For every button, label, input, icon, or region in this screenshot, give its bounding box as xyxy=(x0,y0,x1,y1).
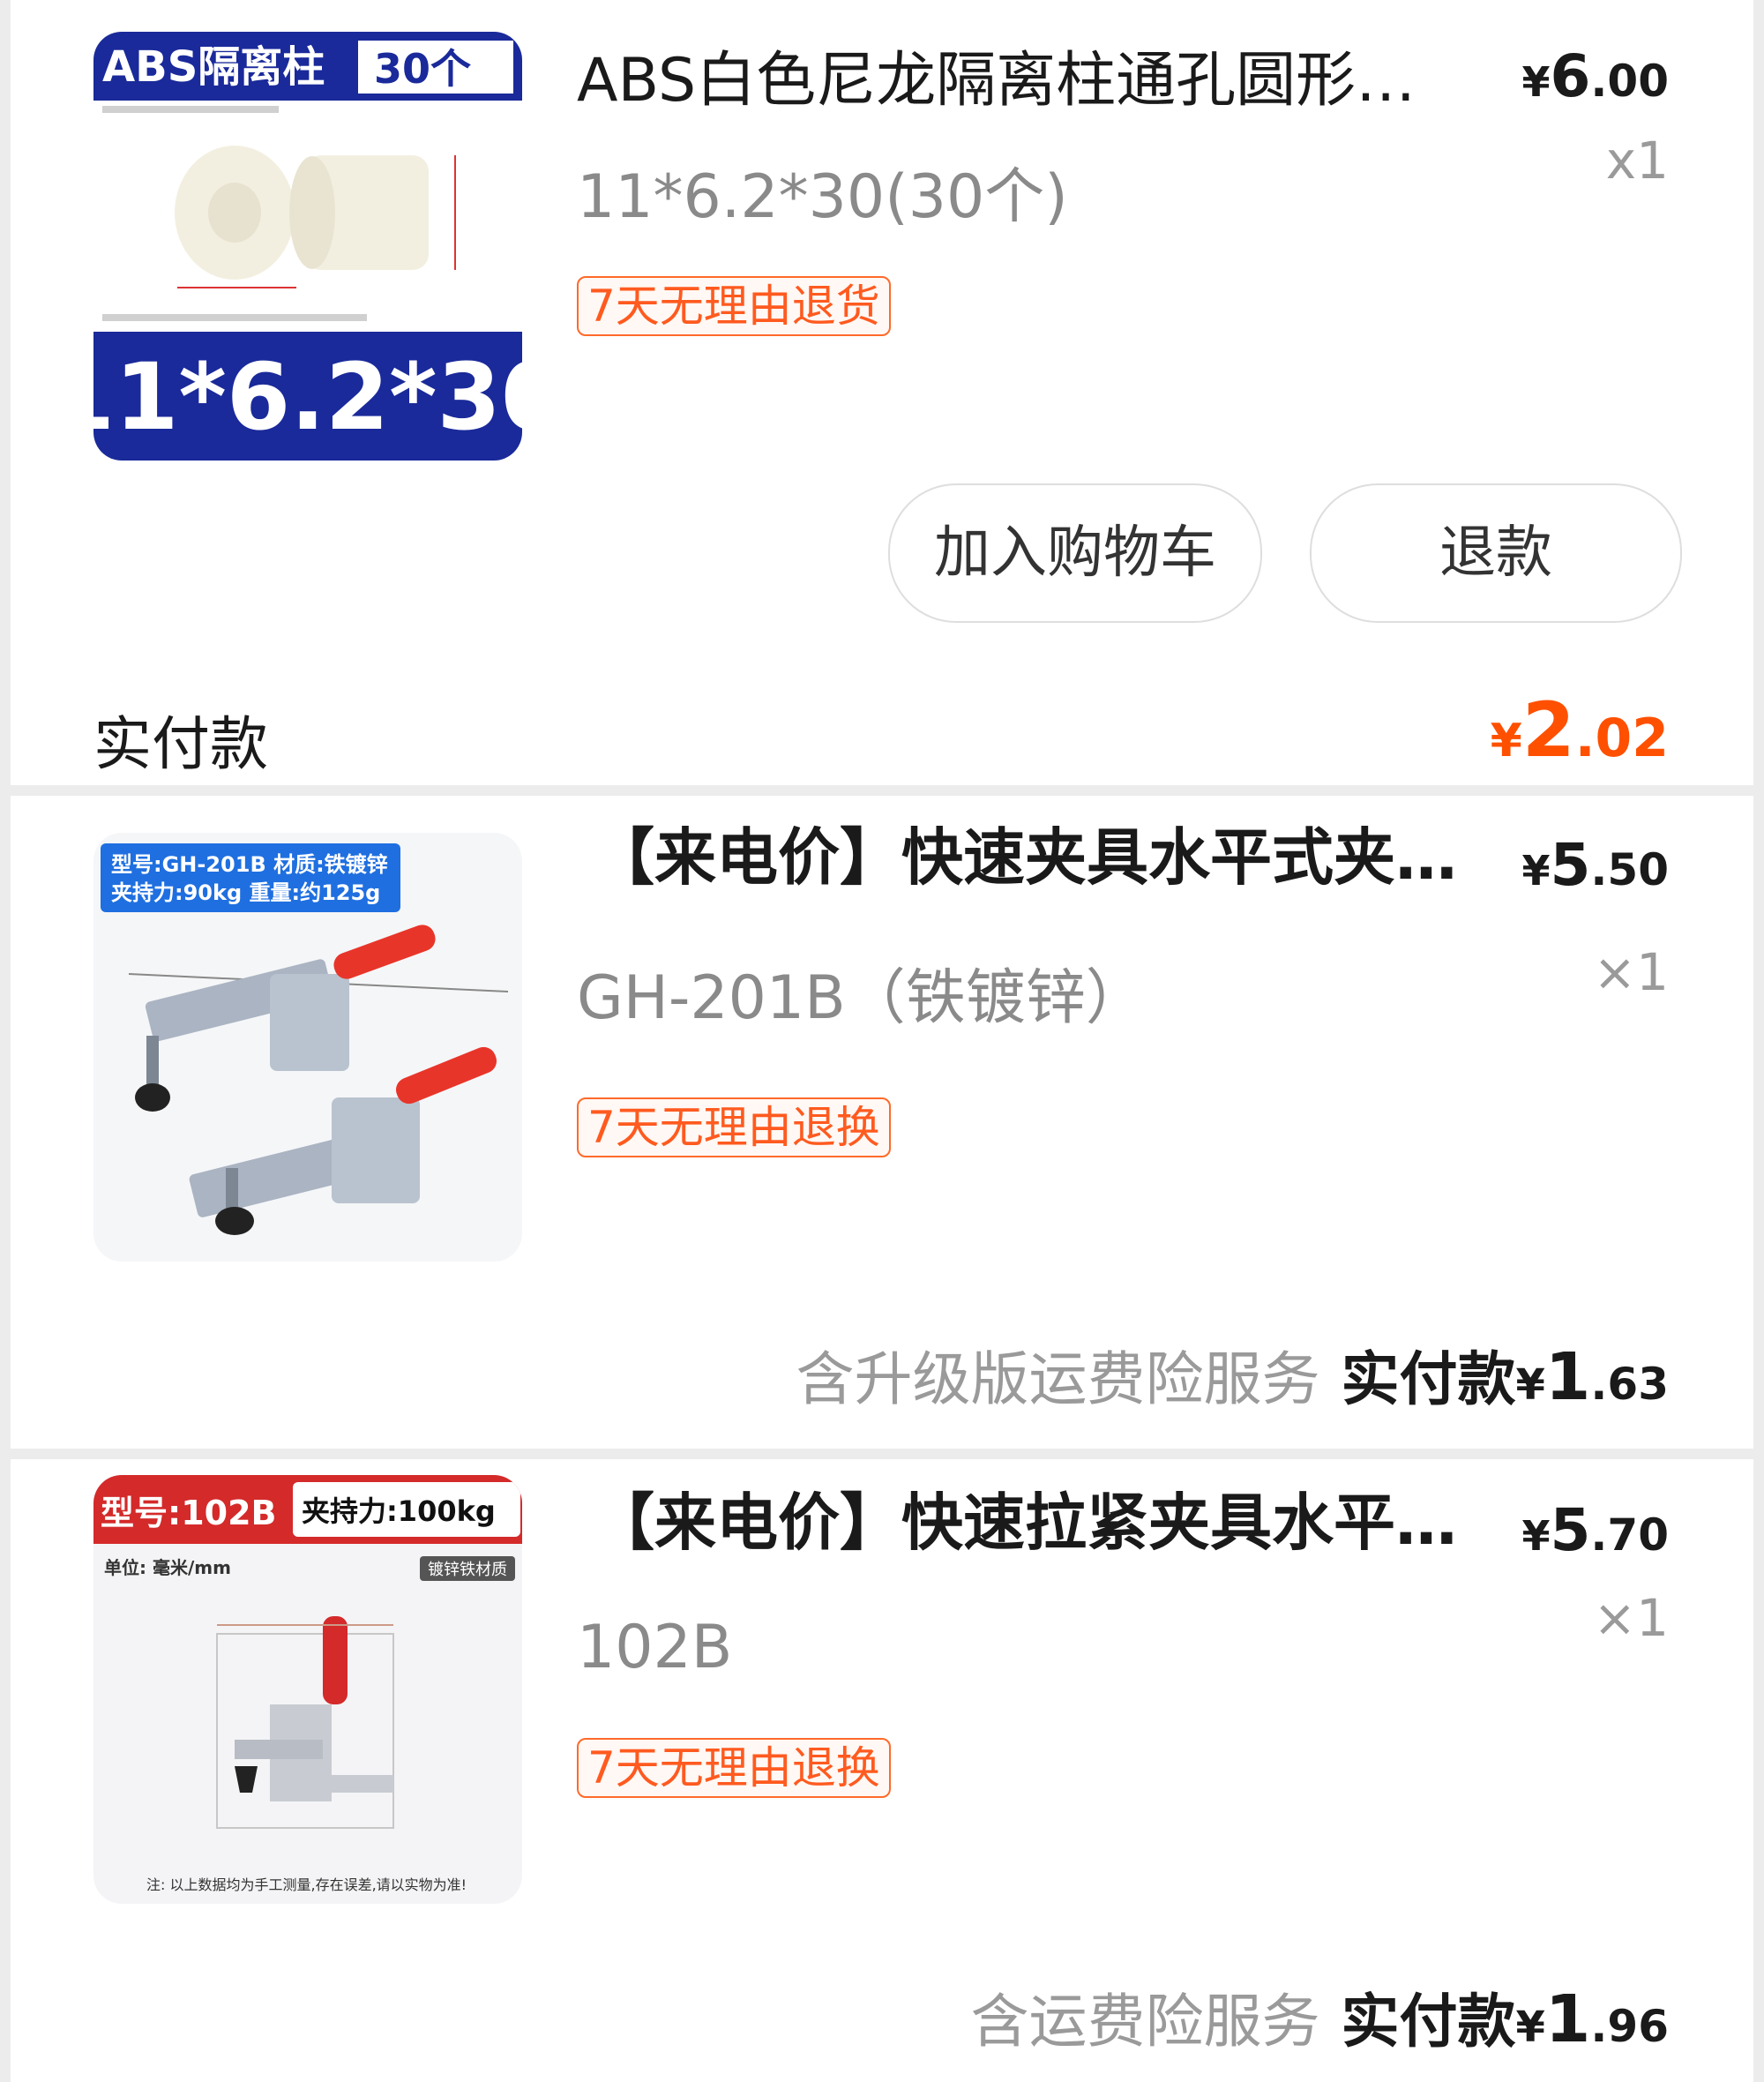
paid-amount-label: 实付款 xyxy=(93,710,268,778)
product-thumbnail[interactable]: 型号:GH-201B 材质:铁镀锌 夹持力:90kg 重量:约125g xyxy=(93,833,522,1262)
product-spec: GH-201B（铁镀锌） xyxy=(577,963,1146,1033)
refund-button[interactable]: 退款 xyxy=(1310,483,1682,623)
paid-amount-label: 实付款 xyxy=(1341,1345,1516,1413)
paid-amount: ¥1.96 xyxy=(1515,1981,1669,2057)
order-card: 型号:102B 夹持力:100kg 单位: 毫米/mm 镀锌铁材质 注: 以上数… xyxy=(11,1459,1753,2082)
thumb-model-text: 型号:102B xyxy=(101,1494,276,1532)
shipping-insurance-text: 含运费险服务 xyxy=(970,1988,1320,2056)
product-thumbnail[interactable]: 型号:102B 夹持力:100kg 单位: 毫米/mm 镀锌铁材质 注: 以上数… xyxy=(93,1475,522,1904)
thumb-unit-text: 单位: 毫米/mm xyxy=(104,1557,231,1578)
quantity: ×1 xyxy=(1593,1588,1670,1648)
paid-amount: ¥1.63 xyxy=(1515,1339,1669,1415)
thumb-note-text: 注: 以上数据均为手工测量,存在误差,请以实物为准! xyxy=(146,1876,467,1893)
order-card: ABS隔离柱 30个 11*6.2*30 ABS白色尼龙隔离柱通孔圆形… ¥6.… xyxy=(11,0,1753,785)
product-thumbnail[interactable]: ABS隔离柱 30个 11*6.2*30 xyxy=(93,32,522,461)
add-to-cart-button[interactable]: 加入购物车 xyxy=(888,483,1262,623)
unit-price: ¥5.70 xyxy=(1521,1496,1669,1564)
return-policy-badge: 7天无理由退换 xyxy=(577,1097,891,1157)
quantity: ×1 xyxy=(1593,942,1670,1002)
quantity: x1 xyxy=(1605,131,1669,191)
paid-amount: ¥2.02 xyxy=(1490,686,1669,775)
order-summary: 含升级版运费险服务 实付款¥1.63 xyxy=(796,1332,1669,1417)
product-title[interactable]: 【来电价】快速夹具水平式夹… xyxy=(593,820,1528,895)
banner-bottom-text: 11*6.2*30 xyxy=(93,343,522,451)
return-policy-badge: 7天无理由退货 xyxy=(577,276,891,336)
product-title[interactable]: 【来电价】快速拉紧夹具水平… xyxy=(593,1486,1528,1560)
thumb-force-text: 夹持力:100kg xyxy=(302,1494,496,1528)
thumb-spec-line-2: 夹持力:90kg 重量:约125g xyxy=(111,880,380,905)
unit-price: ¥5.50 xyxy=(1521,831,1669,899)
thumb-material-text: 镀锌铁材质 xyxy=(428,1561,507,1579)
shipping-insurance-text: 含升级版运费险服务 xyxy=(796,1345,1320,1413)
order-summary: 含运费险服务 实付款¥1.96 xyxy=(971,1974,1669,2059)
thumb-spec-line-1: 型号:GH-201B 材质:铁镀锌 xyxy=(111,852,388,877)
return-policy-badge: 7天无理由退换 xyxy=(577,1738,891,1798)
paid-amount-label: 实付款 xyxy=(1341,1988,1516,2056)
unit-price: ¥6.00 xyxy=(1521,42,1669,110)
product-spec: 11*6.2*30(30个) xyxy=(577,162,1068,232)
order-card: 型号:GH-201B 材质:铁镀锌 夹持力:90kg 重量:约125g 【来电价… xyxy=(11,796,1753,1449)
product-spec: 102B xyxy=(577,1613,733,1682)
banner-right-text: 30个 xyxy=(374,45,471,93)
product-title[interactable]: ABS白色尼龙隔离柱通孔圆形… xyxy=(577,44,1512,118)
banner-left-text: ABS隔离柱 xyxy=(102,42,325,92)
